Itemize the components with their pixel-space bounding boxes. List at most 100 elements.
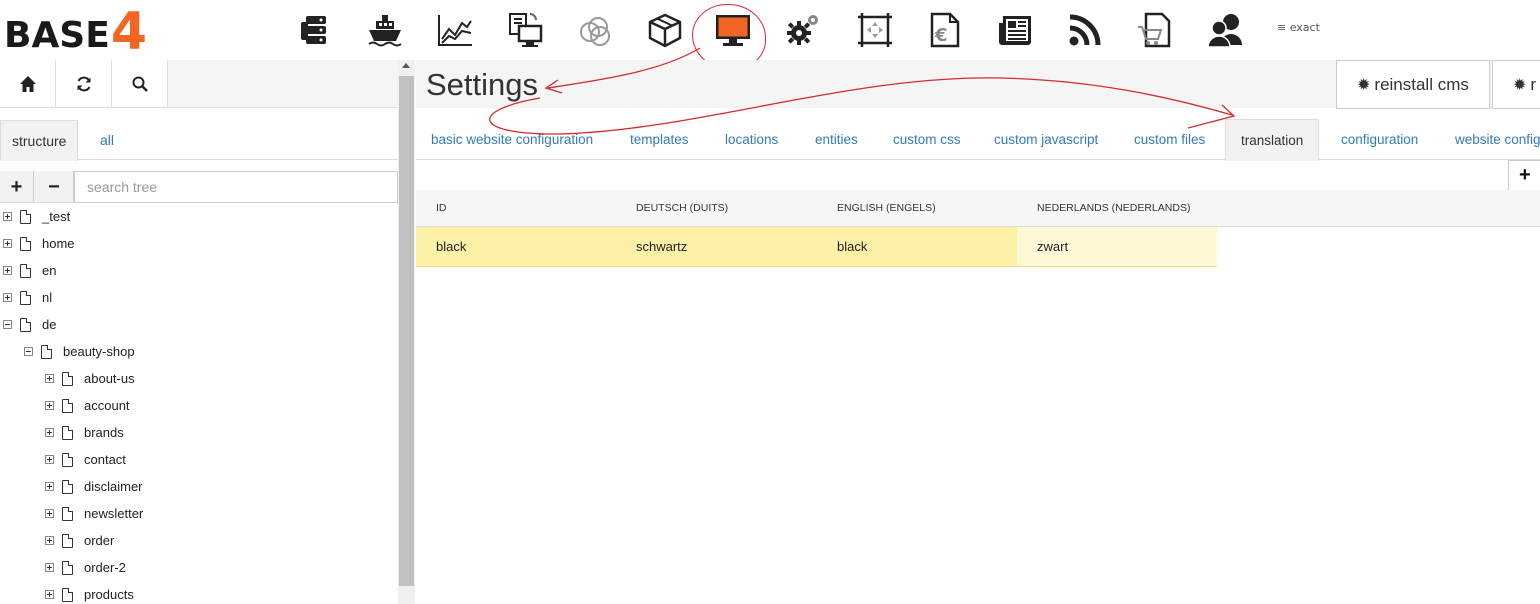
column-header-nederlands[interactable]: NEDERLANDS (NEDERLANDS) [1037, 190, 1190, 227]
reinstall-cms-button[interactable]: ✹ reinstall cms [1336, 60, 1490, 109]
tree-item-label[interactable]: disclaimer [84, 479, 143, 494]
page-icon [41, 344, 52, 359]
left-panel: structure all + − _testhome en nl de beauty-… [0, 60, 415, 604]
remove-node-button[interactable]: − [35, 171, 74, 203]
tab-locations[interactable]: locations [725, 119, 778, 160]
crop-frame-icon[interactable] [855, 10, 895, 50]
expand-toggle-icon[interactable] [45, 482, 54, 491]
tab-custom-javascript[interactable]: custom javascript [994, 119, 1098, 160]
tree-item[interactable]: brands [45, 419, 124, 446]
column-header-id[interactable]: ID [436, 190, 447, 227]
tab-templates[interactable]: templates [630, 119, 689, 160]
expand-toggle-icon[interactable] [3, 293, 12, 302]
tree-item[interactable]: about-us [45, 365, 135, 392]
scroll-up-arrow[interactable] [402, 63, 410, 68]
euro-document-icon[interactable]: € [925, 10, 965, 50]
header-button-2[interactable]: ✹ r [1492, 60, 1540, 109]
tree-item[interactable]: products [45, 581, 134, 604]
search-tree-input[interactable] [74, 171, 398, 203]
expand-toggle-icon[interactable] [45, 374, 54, 383]
expand-toggle-icon[interactable] [45, 455, 54, 464]
expand-toggle-icon[interactable] [45, 536, 54, 545]
expand-toggle-icon[interactable] [45, 401, 54, 410]
tab-website-config[interactable]: website config [1455, 119, 1540, 160]
cell-nederlands[interactable]: zwart [1037, 227, 1068, 266]
tree-item-label[interactable]: order [84, 533, 114, 548]
servers-icon[interactable] [296, 10, 336, 50]
scrollbar-thumb[interactable] [399, 76, 414, 586]
tree-item[interactable]: contact [45, 446, 126, 473]
collapse-toggle-icon[interactable] [3, 320, 12, 329]
tree-item-label[interactable]: beauty-shop [63, 344, 135, 359]
home-icon [19, 75, 36, 92]
cell-id[interactable]: black [436, 227, 466, 266]
gears-icon[interactable] [783, 10, 823, 50]
tree-item[interactable]: account [45, 392, 130, 419]
cell-deutsch[interactable]: schwartz [636, 227, 687, 266]
tree-item-label[interactable]: nl [42, 290, 52, 305]
rss-icon[interactable] [1065, 10, 1105, 50]
add-translation-button[interactable]: + [1508, 160, 1540, 191]
users-icon[interactable] [1205, 10, 1245, 50]
table-row[interactable]: black schwartz black zwart [416, 227, 1217, 267]
expand-toggle-icon[interactable] [45, 563, 54, 572]
expand-toggle-icon[interactable] [3, 239, 12, 248]
tree-item[interactable]: order [45, 527, 114, 554]
cell-english[interactable]: black [837, 227, 867, 266]
ship-icon[interactable] [365, 10, 405, 50]
tree-item-label[interactable]: _test [42, 209, 70, 224]
expand-toggle-icon[interactable] [45, 428, 54, 437]
tree-item-label[interactable]: en [42, 263, 56, 278]
tree-item-label[interactable]: home [42, 236, 75, 251]
tree-item-label[interactable]: order-2 [84, 560, 126, 575]
expand-toggle-icon[interactable] [3, 212, 12, 221]
column-header-english[interactable]: ENGLISH (ENGELS) [837, 190, 936, 227]
tree-item[interactable]: beauty-shop [24, 338, 135, 365]
tree-item[interactable]: disclaimer [45, 473, 143, 500]
tree-item-label[interactable]: products [84, 587, 134, 602]
page-icon [20, 209, 31, 224]
tree-item[interactable]: newsletter [45, 500, 143, 527]
expand-toggle-icon[interactable] [45, 590, 54, 599]
tab-structure[interactable]: structure [0, 120, 79, 161]
tree-item[interactable]: de [3, 311, 56, 338]
tree-item[interactable]: home [3, 230, 75, 257]
tree-item-label[interactable]: brands [84, 425, 124, 440]
chart-icon[interactable] [435, 10, 475, 50]
search-button[interactable] [112, 60, 168, 108]
home-button[interactable] [0, 60, 56, 108]
tab-configuration[interactable]: configuration [1341, 119, 1418, 160]
reinstall-cms-label: reinstall cms [1374, 75, 1469, 94]
tree-item[interactable]: order-2 [45, 554, 126, 581]
column-header-deutsch[interactable]: DEUTSCH (DUITS) [636, 190, 728, 227]
cart-document-icon[interactable] [1135, 10, 1175, 50]
exact-link[interactable]: ≡ exact [1277, 21, 1320, 34]
page-icon [20, 263, 31, 278]
refresh-button[interactable] [56, 60, 112, 108]
expand-toggle-icon[interactable] [3, 266, 12, 275]
left-toolbar [0, 60, 398, 108]
tree-item[interactable]: nl [3, 284, 52, 311]
tree-item-label[interactable]: contact [84, 452, 126, 467]
tree-item-label[interactable]: newsletter [84, 506, 143, 521]
collapse-toggle-icon[interactable] [24, 347, 33, 356]
documents-screen-icon[interactable] [505, 10, 545, 50]
tab-custom-css[interactable]: custom css [893, 119, 961, 160]
tree-item-label[interactable]: de [42, 317, 56, 332]
circles-icon[interactable] [575, 10, 615, 50]
tree-scrollbar[interactable] [398, 60, 415, 604]
tab-entities[interactable]: entities [815, 119, 858, 160]
tree-item-label[interactable]: account [84, 398, 130, 413]
tab-translation[interactable]: translation [1225, 119, 1320, 161]
tab-basic-website-configuration[interactable]: basic website configuration [431, 119, 593, 160]
page-icon [62, 371, 73, 386]
tab-all[interactable]: all [89, 120, 125, 161]
box-icon[interactable] [645, 10, 685, 50]
add-node-button[interactable]: + [0, 171, 34, 203]
expand-toggle-icon[interactable] [45, 509, 54, 518]
tree-item-label[interactable]: about-us [84, 371, 135, 386]
tree-item[interactable]: _test [3, 203, 70, 230]
newspaper-icon[interactable] [995, 10, 1035, 50]
tree-item[interactable]: en [3, 257, 56, 284]
tab-custom-files[interactable]: custom files [1134, 119, 1205, 160]
